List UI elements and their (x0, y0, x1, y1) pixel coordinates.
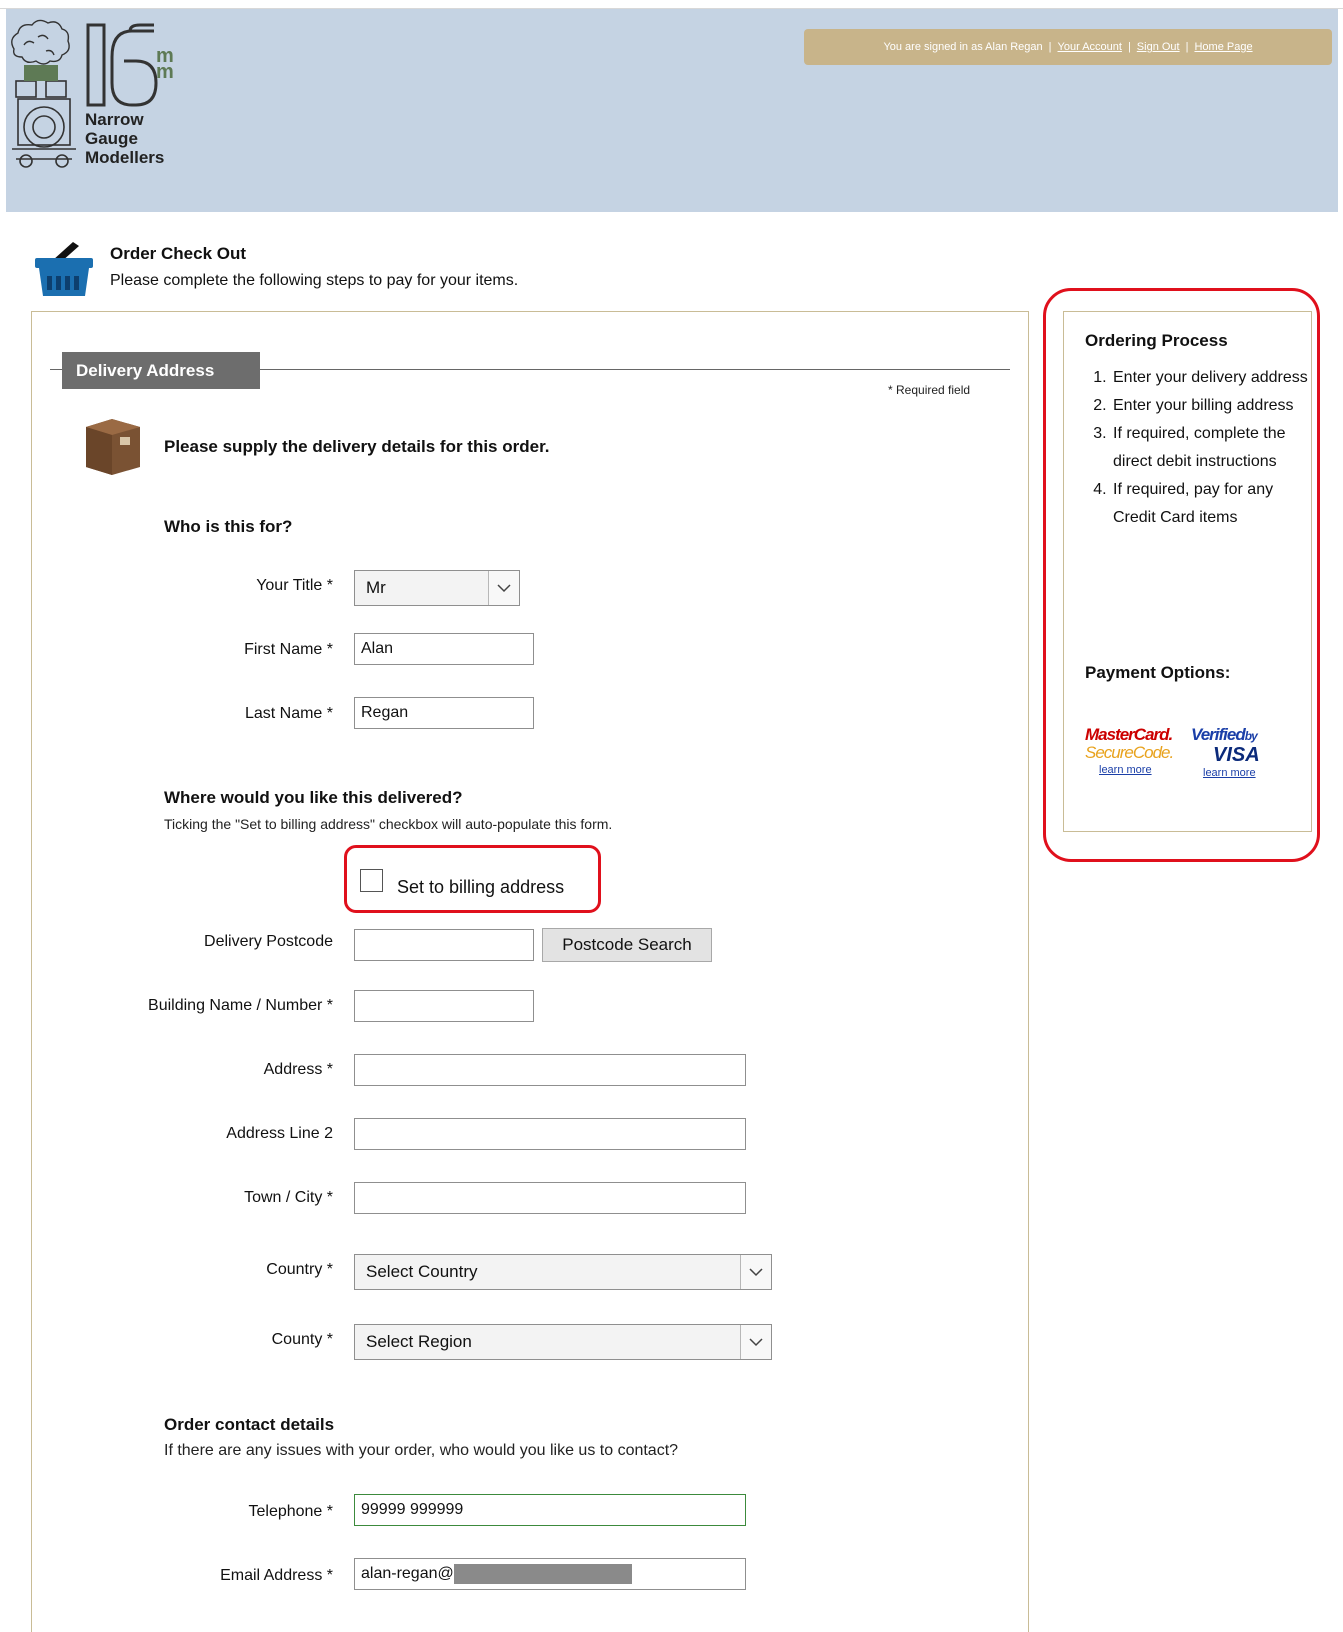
ordering-step: If required, pay for any Credit Card ite… (1111, 476, 1311, 532)
email-label: Email Address * (220, 1567, 333, 1584)
address-line-2-input[interactable] (354, 1118, 746, 1150)
payment-options-heading: Payment Options: (1085, 663, 1231, 682)
who-heading: Who is this for? (164, 517, 293, 536)
county-select[interactable]: Select Region (354, 1324, 772, 1360)
your-account-link[interactable]: Your Account (1058, 41, 1122, 53)
telephone-input[interactable]: 99999 999999 (354, 1494, 746, 1526)
ordering-process-heading: Ordering Process (1085, 331, 1228, 350)
chevron-down-icon (488, 571, 519, 605)
county-select-value: Select Region (366, 1332, 472, 1351)
address-input[interactable] (354, 1054, 746, 1086)
visa-text: VISA (1213, 744, 1260, 766)
supply-details-text: Please supply the delivery details for t… (164, 437, 550, 456)
title-select[interactable]: Mr (354, 570, 520, 606)
logo-line-1: Narrow (85, 110, 144, 129)
postcode-label: Delivery Postcode (204, 933, 333, 950)
ordering-step: Enter your billing address (1111, 392, 1311, 420)
logo-line-2: Gauge (85, 129, 138, 148)
visa-by-text: by (1244, 729, 1258, 743)
building-label: Building Name / Number * (148, 997, 333, 1014)
logo-graphic-icon (11, 19, 158, 168)
mastercard-securecode-badge[interactable]: MasterCard. SecureCode. learn more (1085, 726, 1185, 786)
last-name-label: Last Name * (244, 705, 333, 722)
logo-line-3: Modellers (85, 148, 165, 167)
signed-in-text: You are signed in as Alan Regan (883, 41, 1043, 53)
basket-icon (35, 242, 93, 296)
site-logo[interactable]: m m Narrow Gauge Modellers (6, 9, 206, 209)
site-header: m m Narrow Gauge Modellers You are signe… (6, 9, 1338, 212)
mastercard-text: MasterCard. (1085, 725, 1173, 744)
country-label: Country * (266, 1261, 333, 1278)
contact-heading: Order contact details (164, 1415, 335, 1434)
country-select-value: Select Country (366, 1262, 478, 1281)
logo-unit-bottom: m (156, 61, 174, 83)
email-input-value: alan-regan@ (361, 1565, 454, 1582)
first-name-label: First Name * (244, 641, 333, 658)
parcel-box-icon (86, 419, 140, 475)
email-input[interactable]: alan-regan@ (354, 1558, 746, 1590)
first-name-input[interactable]: Alan (354, 633, 534, 665)
delivery-address-legend: Delivery Address (62, 352, 260, 389)
required-field-note: * Required field (888, 383, 971, 397)
last-name-input[interactable]: Regan (354, 697, 534, 729)
user-bar: You are signed in as Alan Regan | Your Acc… (804, 29, 1332, 65)
set-to-billing-checkbox[interactable] (360, 869, 383, 892)
mastercard-learn-more-link[interactable]: learn more (1085, 764, 1185, 776)
ordering-step: Enter your delivery address (1111, 364, 1311, 392)
top-line (0, 0, 1343, 9)
home-page-link[interactable]: Home Page (1194, 41, 1252, 53)
redacted-email-block (453, 1563, 632, 1584)
chevron-down-icon (740, 1325, 771, 1359)
logo-text: Narrow Gauge Modellers (85, 110, 164, 167)
page-title: Order Check Out (110, 244, 247, 263)
ordering-steps-list: Enter your delivery address Enter your b… (1087, 364, 1311, 532)
verified-by-visa-badge[interactable]: Verifiedby VISA learn more (1191, 726, 1286, 786)
town-input[interactable] (354, 1182, 746, 1214)
sign-out-link[interactable]: Sign Out (1137, 41, 1180, 53)
ordering-step: If required, complete the direct debit i… (1111, 420, 1311, 476)
county-label: County * (271, 1331, 333, 1348)
address-line-2-label: Address Line 2 (226, 1125, 333, 1142)
set-to-billing-label[interactable]: Set to billing address (397, 877, 564, 898)
telephone-label: Telephone * (248, 1503, 333, 1520)
contact-description: If there are any issues with your order,… (164, 1442, 679, 1459)
town-label: Town / City * (244, 1189, 333, 1206)
chevron-down-icon (740, 1255, 771, 1289)
page-subtitle: Please complete the following steps to p… (110, 272, 519, 289)
where-description: Ticking the "Set to billing address" che… (164, 816, 613, 832)
verified-text: Verified (1191, 725, 1246, 744)
title-label: Your Title * (256, 577, 333, 594)
postcode-input[interactable] (354, 929, 534, 961)
securecode-text: SecureCode. (1085, 743, 1174, 762)
title-select-value: Mr (366, 578, 386, 597)
where-heading: Where would you like this delivered? (164, 788, 463, 807)
address-label: Address * (263, 1061, 333, 1078)
visa-learn-more-link[interactable]: learn more (1191, 767, 1286, 779)
ordering-process-sidebar: Ordering Process Enter your delivery add… (1063, 311, 1312, 832)
country-select[interactable]: Select Country (354, 1254, 772, 1290)
postcode-search-button[interactable]: Postcode Search (542, 928, 712, 962)
building-input[interactable] (354, 990, 534, 1022)
